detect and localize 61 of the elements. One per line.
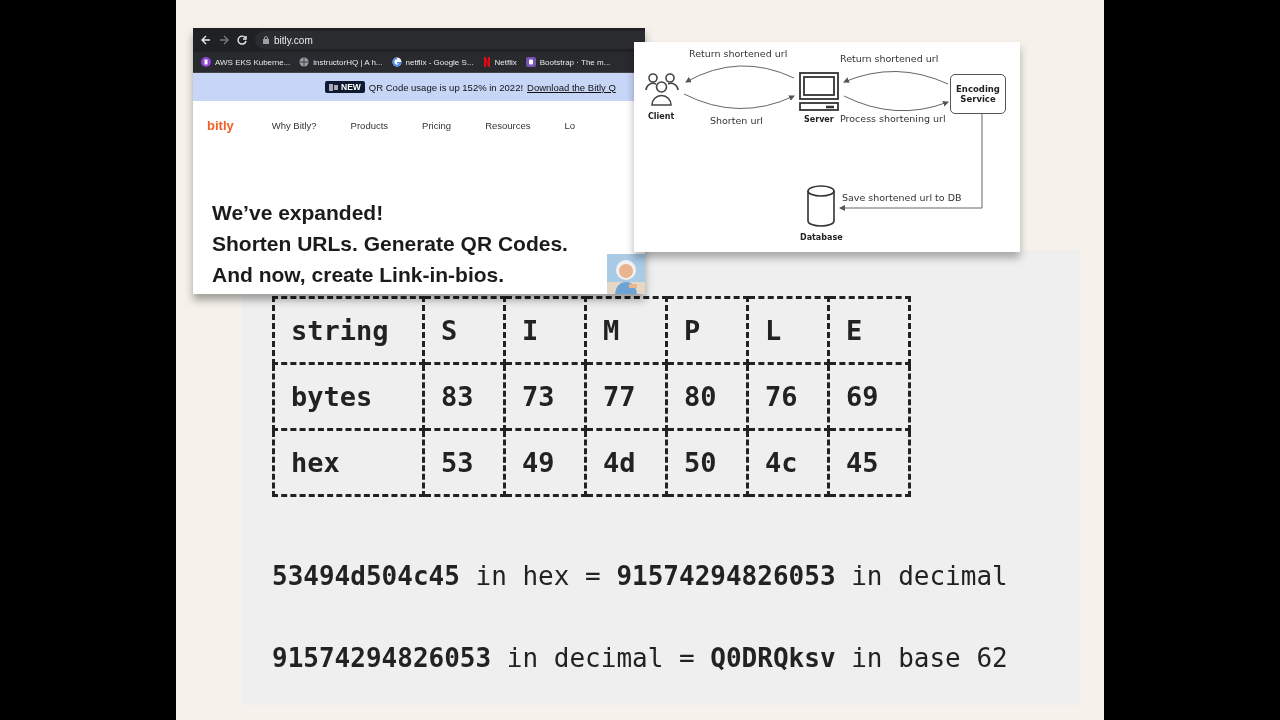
conversion-text: 91574294826053 in decimal = Q0DRQksv in base 62 [272, 643, 1009, 673]
nav-link[interactable]: Why Bitly? [271, 119, 317, 131]
table-cell: 53 [423, 429, 505, 496]
arrow-label: Process shortening url [840, 113, 946, 124]
nav-link[interactable]: Lo [564, 119, 576, 131]
bookmark[interactable]: Bootstrap · The m... [525, 57, 611, 67]
headline: Shorten URLs. Generate QR Codes. [212, 231, 568, 257]
forward-icon[interactable] [219, 35, 229, 45]
conversion-text: 53494d504c45 in hex = 91574294826053 in decimal [272, 561, 1009, 591]
table-cell: 77 [585, 363, 667, 430]
address-bar[interactable]: bitly.com [255, 31, 645, 49]
reload-icon[interactable] [237, 35, 247, 45]
arrow-label: Return shortened url [689, 48, 788, 59]
bookmark[interactable]: netflix - Google S... [391, 57, 474, 67]
new-badge: NEW [325, 81, 365, 93]
banner-text: QR Code usage is up 152% in 2022! [368, 81, 524, 93]
table-cell: bytes [273, 363, 424, 430]
table-header-cell: string [273, 297, 424, 364]
table-cell: 4d [585, 429, 667, 496]
arrow-label: Return shortened url [840, 53, 939, 64]
table-cell: 80 [666, 363, 748, 430]
table-header-cell: E [828, 297, 910, 364]
table-cell: 50 [666, 429, 748, 496]
table-header-cell: I [504, 297, 586, 364]
bookmark[interactable]: AWS EKS Kuberne... [201, 57, 291, 67]
table-cell: 76 [747, 363, 829, 430]
arrow-label: Save shortened url to DB [842, 192, 962, 203]
nav-link[interactable]: Pricing [422, 119, 452, 131]
back-icon[interactable] [201, 35, 211, 45]
netflix-icon [482, 57, 491, 67]
headline: We’ve expanded! [212, 200, 384, 226]
table-header-cell: L [747, 297, 829, 364]
node-label: Database [800, 233, 843, 242]
table-cell: 45 [828, 429, 910, 496]
banner-link[interactable]: Download the Bitly Q [527, 81, 616, 93]
table-cell: 83 [423, 363, 505, 430]
node-label: Server [804, 115, 834, 124]
arrow-label: Shorten url [710, 115, 763, 126]
table-header-cell: S [423, 297, 505, 364]
app-badge-icon [201, 57, 211, 67]
table-cell: 73 [504, 363, 586, 430]
database-icon [806, 185, 836, 227]
service-node: Encoding Service [950, 74, 1006, 114]
lock-icon [263, 36, 269, 44]
bookmark[interactable]: Netflix [482, 57, 517, 67]
computer-icon [798, 72, 840, 112]
bootstrap-icon [525, 57, 536, 67]
table-cell: 49 [504, 429, 586, 496]
globe-icon [299, 57, 310, 67]
bookmark[interactable]: instructorHQ | A h... [299, 57, 383, 67]
people-icon [644, 72, 680, 106]
table-header-cell: P [666, 297, 748, 364]
table-cell: hex [273, 429, 424, 496]
headline: And now, create Link-in-bios. [212, 262, 505, 288]
nav-link[interactable]: Products [350, 119, 389, 131]
table-cell: 4c [747, 429, 829, 496]
table-header-cell: M [585, 297, 667, 364]
nav-link[interactable]: Resources [485, 119, 531, 131]
table-cell: 69 [828, 363, 910, 430]
node-label: Client [648, 112, 675, 121]
google-icon [391, 57, 402, 67]
